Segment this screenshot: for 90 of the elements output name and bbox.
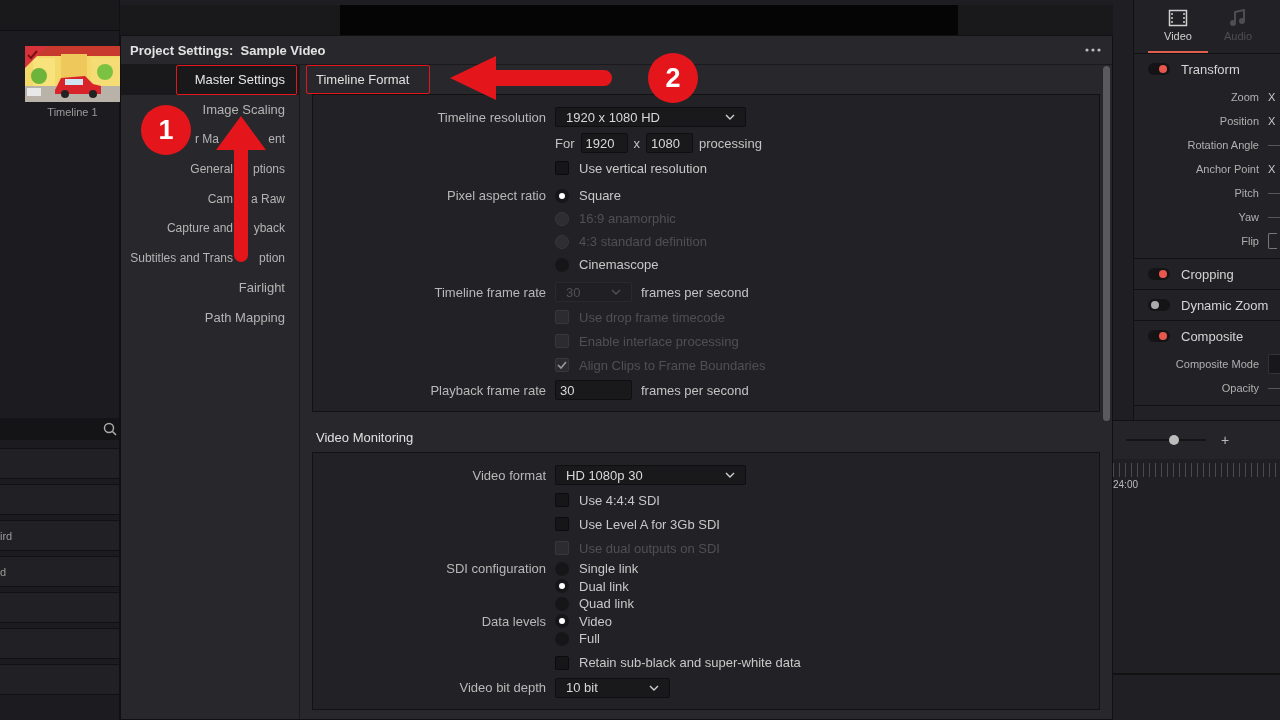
nav-item[interactable]: Fairlight [121,272,299,303]
flip-button[interactable] [1268,233,1277,249]
toggle-switch[interactable] [1148,63,1170,75]
unit-label: frames per second [641,284,749,300]
dropdown[interactable]: HD 1080p 30 [555,465,746,485]
input-field[interactable]: 1080 [646,133,693,153]
checkbox[interactable] [555,161,569,175]
property-label: Zoom [1229,91,1259,103]
slider-thumb[interactable] [1169,435,1179,445]
field-label: SDI configuration [445,560,546,578]
input-field[interactable]: 1920 [580,133,628,153]
radio-button[interactable] [555,614,569,629]
radio-label: Single link [579,561,639,577]
field-label: Timeline resolution [436,109,546,125]
checkbox-label: Use vertical resolution [579,160,707,176]
section-title[interactable]: Transform [1181,61,1240,77]
nav-item[interactable]: Capture and yback [121,213,299,244]
field-label: Data levels [480,612,546,630]
film-icon [1168,9,1188,27]
zoom-in-button[interactable]: + [1221,433,1230,447]
caret-icon [725,114,735,120]
caret-icon [649,684,659,691]
section-title[interactable]: Cropping [1181,266,1234,282]
property-label: Position [1218,115,1259,127]
unit-label: processing [699,135,762,151]
radio-label: Quad link [579,596,634,612]
separator-label: x [633,135,640,151]
check-badge-icon [25,46,47,68]
dialog-title: Project Settings: Sample Video [130,42,326,58]
radio-label: Full [579,631,600,647]
toggle-switch[interactable] [1148,330,1170,342]
row-text: d [0,565,7,578]
radio-label: Square [579,188,621,203]
checkbox[interactable] [555,655,569,670]
nav-item[interactable]: Subtitles and Trans ption [121,243,299,273]
dropdown[interactable]: 10 bit [555,677,670,698]
checkbox[interactable] [555,493,569,507]
check-icon [557,361,567,369]
checkbox-label: Use 4:4:4 SDI [579,492,660,508]
caret-icon [725,472,735,478]
field-label: Timeline frame rate [433,284,546,300]
list-row[interactable]: d [0,556,119,587]
music-note-icon [1228,9,1248,27]
field-label: Playback frame rate [429,382,546,398]
field-label: Video format [471,467,546,483]
nav-item[interactable]: Master Settings [121,65,299,95]
toggle-switch[interactable] [1148,268,1170,280]
radio-button[interactable] [555,188,569,203]
property-label: Yaw [1237,211,1259,223]
search-icon[interactable] [103,422,117,436]
list-row[interactable]: ird [0,520,119,551]
property-label: Rotation Angle [1186,139,1259,151]
property-label: Composite Mode [1174,358,1259,370]
field-label: Video bit depth [458,680,546,695]
property-label: Opacity [1220,382,1259,394]
unit-label: frames per second [641,382,749,398]
checkbox-label: Retain sub-black and super-white data [579,655,801,670]
section-heading: Video Monitoring [315,428,415,447]
more-options-icon[interactable] [1084,47,1102,53]
section-title[interactable]: Composite [1181,328,1244,344]
radio-button[interactable] [555,579,569,594]
search-field[interactable] [0,418,119,440]
inspector-tab[interactable]: Video [1148,0,1208,53]
dropdown[interactable]: 1920 x 1080 HD [555,107,746,127]
checkbox[interactable] [555,517,569,531]
checkbox-label: Use Level A for 3Gb SDI [579,516,720,532]
axis-label: X [1268,163,1277,175]
nav-item[interactable]: Cam a Raw [121,183,299,214]
radio-label: Dual link [579,578,629,594]
scrollbar-thumb[interactable] [1103,66,1110,421]
toggle-switch[interactable] [1148,299,1170,311]
thumbnail-label: Timeline 1 [46,106,99,118]
property-label: Anchor Point [1195,163,1259,175]
timecode: 24:00 [1113,479,1140,490]
property-label: Flip [1240,235,1259,247]
nav-item[interactable]: Path Mapping [121,302,299,333]
radio-label: Cinemascope [579,257,659,272]
nav-item[interactable]: General ptions [121,154,299,184]
dropdown[interactable] [1268,354,1280,374]
axis-label: X [1268,115,1277,127]
input-field[interactable]: 30 [555,380,632,400]
row-text: ird [0,529,13,542]
caret-icon [611,289,621,295]
field-prefix: For [555,135,575,151]
axis-label: X [1268,91,1277,103]
field-label: Pixel aspect ratio [446,187,546,205]
radio-label: Video [579,613,612,629]
property-label: Pitch [1233,187,1259,199]
section-tab[interactable]: Timeline Format [306,65,432,94]
section-title[interactable]: Dynamic Zoom [1181,297,1269,313]
